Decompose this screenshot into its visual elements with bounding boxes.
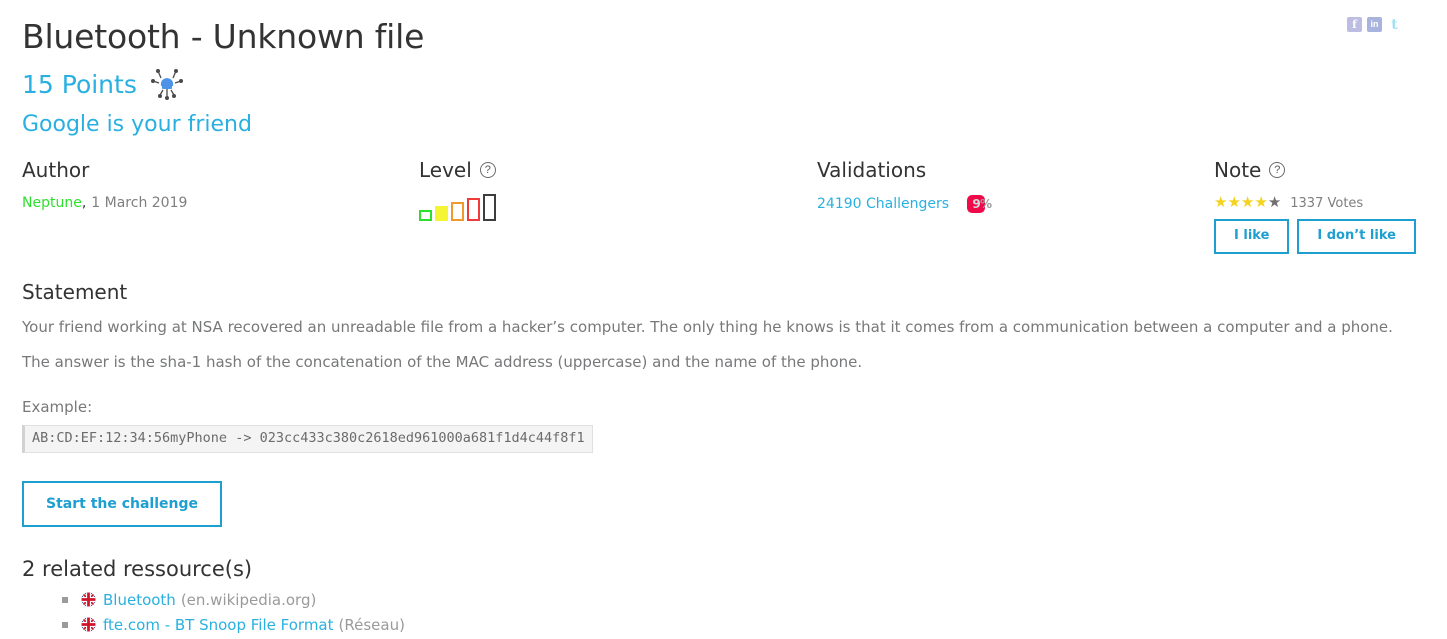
list-item: fte.com - BT Snoop File Format (Réseau)	[62, 616, 1425, 634]
level-heading: Level ?	[419, 159, 496, 181]
resource-source: (en.wikipedia.org)	[180, 590, 317, 609]
rating-stars-glyphs: ★★★★★	[1214, 193, 1281, 211]
validation-percent: 9 %	[967, 195, 993, 214]
level-bar-2	[435, 206, 448, 222]
level-bar-1	[419, 210, 432, 222]
points-row: 15 Points	[22, 67, 1425, 101]
level-help-icon[interactable]: ?	[479, 162, 496, 179]
star-filled-icon: ★	[1214, 193, 1228, 212]
validations-heading: Validations	[817, 158, 927, 183]
page-title: Bluetooth - Unknown file	[22, 17, 425, 56]
linkedin-share-icon[interactable]: in	[1367, 17, 1382, 32]
note-heading-label: Note	[1214, 158, 1262, 183]
resource-source: (Réseau)	[338, 615, 405, 634]
author-date: 1 March 2019	[91, 195, 188, 212]
list-bullet-icon	[62, 621, 68, 628]
points-value: 15 Points	[22, 69, 137, 99]
level-column: Level ?	[419, 159, 496, 222]
statement-paragraph-1: Your friend working at NSA recovered an …	[22, 318, 1393, 337]
star-filled-icon: ★	[1254, 193, 1268, 212]
resources-heading: 2 related ressource(s)	[22, 556, 253, 581]
author-body: Neptune, 1 March 2019	[22, 195, 187, 211]
note-body: ★★★★★ 1337 Votes	[1214, 195, 1416, 211]
challengers-link[interactable]: 24190 Challengers	[817, 196, 949, 212]
facebook-share-icon[interactable]: f	[1347, 17, 1362, 32]
author-column: Author Neptune, 1 March 2019	[22, 159, 187, 211]
example-label: Example:	[22, 397, 93, 416]
like-button[interactable]: I like	[1214, 219, 1290, 254]
note-help-icon[interactable]: ?	[1269, 162, 1286, 179]
author-heading: Author	[22, 158, 90, 183]
bug-icon	[150, 67, 184, 101]
level-heading-label: Level	[419, 158, 472, 183]
resources-list: Bluetooth (en.wikipedia.org) fte.com - B…	[22, 591, 1425, 634]
level-bar-3	[451, 202, 464, 222]
uk-flag-icon	[81, 617, 103, 632]
list-item: Bluetooth (en.wikipedia.org)	[62, 591, 1425, 609]
note-heading: Note ?	[1214, 159, 1416, 181]
star-empty-icon: ★	[1267, 193, 1282, 212]
list-bullet-icon	[62, 596, 68, 603]
vote-buttons: I like I don’t like	[1214, 219, 1416, 254]
rating-stars[interactable]: ★★★★★	[1214, 195, 1281, 211]
validation-percent-sign: %	[980, 197, 993, 212]
statement-paragraph-2: The answer is the sha-1 hash of the conc…	[22, 352, 863, 371]
author-name-link[interactable]: Neptune	[22, 195, 82, 211]
level-bar-5	[483, 194, 496, 222]
start-challenge-button[interactable]: Start the challenge	[22, 480, 223, 527]
uk-flag-icon	[81, 592, 103, 607]
dislike-button[interactable]: I don’t like	[1297, 219, 1416, 254]
level-bars	[419, 194, 496, 222]
validations-body: 24190 Challengers 9 %	[817, 195, 993, 214]
star-filled-icon: ★	[1240, 193, 1255, 212]
example-code-block: AB:CD:EF:12:34:56myPhone -> 023cc433c380…	[22, 424, 593, 453]
meta-row: Author Neptune, 1 March 2019 Level ? Val…	[22, 159, 1425, 255]
star-filled-icon: ★	[1227, 193, 1241, 212]
statement-heading: Statement	[22, 280, 128, 305]
level-bar-4	[467, 198, 480, 222]
twitter-share-icon[interactable]: t	[1387, 17, 1402, 32]
note-column: Note ? ★★★★★ 1337 Votes I like I don’t l…	[1214, 159, 1416, 254]
page-subtitle: Google is your friend	[22, 112, 252, 138]
resource-link[interactable]: fte.com - BT Snoop File Format	[103, 616, 334, 634]
resource-link[interactable]: Bluetooth	[103, 591, 176, 609]
social-share-bar: f in t	[1347, 17, 1402, 32]
votes-count: 1337 Votes	[1290, 195, 1364, 211]
author-separator: ,	[81, 195, 87, 212]
level-body	[419, 194, 496, 222]
challenge-page: f in t Bluetooth - Unknown file 15 Point…	[0, 0, 1447, 639]
validations-column: Validations 24190 Challengers 9 %	[817, 158, 993, 214]
